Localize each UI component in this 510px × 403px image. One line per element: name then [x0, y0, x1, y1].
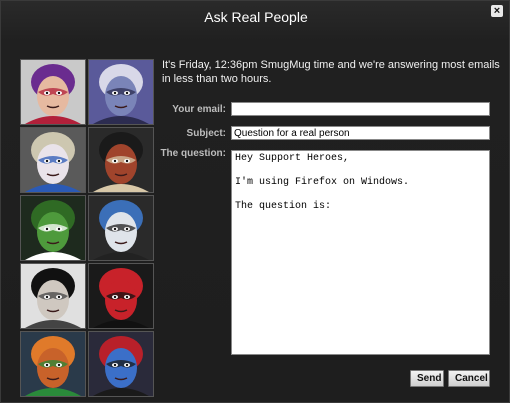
orange-helmet-face-portrait [20, 331, 86, 397]
subject-label: Subject: [186, 128, 226, 139]
availability-message: It's Friday, 12:36pm SmugMug time and we… [162, 59, 500, 85]
email-label: Your email: [172, 104, 226, 115]
support-heroes-portrait-grid [20, 59, 154, 397]
green-goblin-face-portrait [20, 195, 86, 261]
question-label: The question: [160, 148, 226, 159]
send-button[interactable]: Send [410, 370, 444, 387]
black-hat-mask-portrait [20, 263, 86, 329]
ask-real-people-dialog: Ask Real People × It's Friday, 12:36pm S… [0, 0, 510, 403]
blue-white-mask-portrait [88, 195, 154, 261]
email-field[interactable] [231, 102, 490, 116]
blue-painted-face-portrait [88, 59, 154, 125]
close-icon[interactable]: × [491, 5, 503, 17]
white-mask-face-portrait [20, 127, 86, 193]
blue-skin-face-portrait [88, 331, 154, 397]
subject-field[interactable] [231, 126, 490, 140]
purple-hair-face-portrait [20, 59, 86, 125]
question-textarea[interactable] [231, 150, 490, 355]
red-skull-face-portrait [88, 127, 154, 193]
spider-face-portrait [88, 263, 154, 329]
dialog-title: Ask Real People [204, 9, 308, 25]
cancel-button[interactable]: Cancel [448, 370, 490, 387]
